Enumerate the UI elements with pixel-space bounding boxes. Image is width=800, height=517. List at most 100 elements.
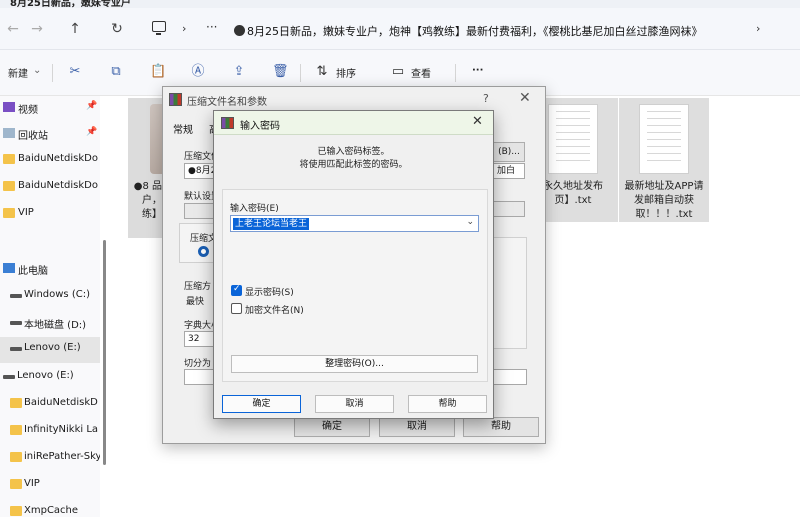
- split-volumes-label: 切分为: [184, 359, 212, 369]
- computer-icon: [3, 263, 15, 273]
- sidebar-item-label: InfinityNikki La: [24, 424, 99, 435]
- winrar-icon: [221, 117, 234, 129]
- password-input[interactable]: 上老王论坛当老王 ⌄: [230, 215, 479, 232]
- address-bar: ← → ↑ ↻ › ··· 8月25日新品，嫩妹专业户，炮神【鸡教练】最新付费福…: [0, 8, 800, 50]
- cut-icon[interactable]: ✂: [67, 64, 83, 80]
- options-field[interactable]: [493, 369, 527, 385]
- organize-passwords-button[interactable]: 整理密码(O)...: [231, 355, 478, 373]
- sidebar-item-drive-e-root[interactable]: Lenovo (E:): [0, 365, 100, 389]
- sidebar-item-baidunetdisk[interactable]: BaiduNetdiskD: [0, 392, 100, 416]
- options-group: [493, 237, 527, 349]
- show-password-checkbox[interactable]: [231, 284, 242, 296]
- sidebar-item-infinitynikki[interactable]: InfinityNikki La: [0, 419, 100, 443]
- sidebar-item-label: Lenovo (E:): [17, 370, 74, 381]
- password-message-line1: 已输入密码标签。: [317, 147, 390, 157]
- sidebar-item-label: Windows (C:): [24, 289, 90, 300]
- pin-icon[interactable]: 📌: [86, 101, 97, 111]
- view-icon[interactable]: ▭: [390, 64, 406, 80]
- browse-button[interactable]: (B)...: [493, 142, 525, 162]
- pin-icon[interactable]: 📌: [86, 127, 97, 137]
- show-password-label: 显示密码(S): [245, 288, 294, 298]
- sidebar-scrollbar[interactable]: [103, 240, 106, 465]
- compression-method-value[interactable]: 最快: [186, 294, 204, 307]
- folder-icon: [10, 506, 22, 516]
- file-item-name: 最新地址及APP请发邮箱自动获取！！！.txt: [624, 181, 704, 220]
- view-button[interactable]: 查看: [411, 65, 431, 80]
- copy-icon[interactable]: ⧉: [108, 64, 124, 80]
- archive-ok-button[interactable]: 确定: [294, 417, 370, 437]
- sidebar-item-label: BaiduNetdiskD: [24, 397, 98, 408]
- address-path[interactable]: 8月25日新品，嫩妹专业户，炮神【鸡教练】最新付费福利，《樱桃比基尼加白丝过膝渔…: [247, 23, 703, 39]
- archive-option-field[interactable]: 加白: [493, 163, 525, 179]
- cancel-button[interactable]: 取消: [315, 395, 394, 413]
- archive-help-button[interactable]: 帮助: [463, 417, 539, 437]
- encrypt-filenames-label: 加密文件名(N): [245, 306, 304, 316]
- folder-icon: [10, 398, 22, 408]
- dialog-titlebar: 输入密码 ✕: [214, 111, 493, 135]
- delete-icon[interactable]: 🗑: [272, 64, 289, 80]
- sidebar-item-drive-e[interactable]: Lenovo (E:): [0, 337, 100, 363]
- toolbar-divider: [52, 64, 53, 82]
- sidebar-item-vip[interactable]: VIP: [0, 473, 100, 497]
- sidebar-item-label: iniRePather-Sky: [24, 451, 100, 462]
- sidebar-item-xmpcache[interactable]: XmpCache: [0, 500, 100, 517]
- close-icon[interactable]: ✕: [472, 114, 483, 129]
- sidebar-item-recycle-bin[interactable]: 回收站 📌: [0, 122, 100, 146]
- sidebar-item-videos[interactable]: 视频 📌: [0, 96, 100, 120]
- drive-icon: [3, 375, 15, 379]
- forward-arrow-icon[interactable]: →: [28, 20, 46, 38]
- chevron-down-icon[interactable]: ⌄: [466, 217, 474, 227]
- more-button[interactable]: ···: [472, 65, 483, 76]
- sort-button[interactable]: 排序: [336, 65, 356, 80]
- close-icon[interactable]: ✕: [519, 90, 531, 106]
- sidebar-item-baidunetdisk[interactable]: BaiduNetdiskDo: [0, 175, 100, 199]
- recycle-bin-icon: [3, 128, 15, 138]
- toolbar-divider: [300, 64, 301, 82]
- sidebar-item-label: XmpCache: [24, 505, 79, 516]
- back-arrow-icon[interactable]: ←: [4, 20, 22, 38]
- winrar-icon: [169, 93, 182, 106]
- sidebar-item-baidunetdisk[interactable]: BaiduNetdiskDo: [0, 148, 100, 172]
- share-icon[interactable]: ⇪: [231, 64, 247, 80]
- dialog-title: 压缩文件名和参数: [187, 97, 267, 108]
- password-value: 上老王论坛当老王: [233, 218, 310, 230]
- sort-icon[interactable]: ⇅: [314, 64, 330, 80]
- chevron-right-icon[interactable]: ›: [756, 22, 760, 35]
- ok-button[interactable]: 确定: [222, 395, 301, 413]
- sidebar-item-label: 此电脑: [18, 266, 48, 277]
- rename-icon[interactable]: Ⓐ: [190, 64, 206, 80]
- up-arrow-icon[interactable]: ↑: [66, 20, 84, 38]
- sidebar-item-label: VIP: [18, 207, 34, 218]
- sidebar-item-drive-d[interactable]: 本地磁盘 (D:): [0, 311, 100, 335]
- chevron-right-icon[interactable]: ›: [182, 22, 186, 35]
- help-icon[interactable]: ?: [483, 92, 489, 105]
- sidebar-item-vip[interactable]: VIP: [0, 202, 100, 226]
- tab-general[interactable]: 常规: [173, 121, 193, 136]
- file-item-txt[interactable]: 最新地址及APP请发邮箱自动获取！！！.txt: [619, 98, 709, 222]
- help-button[interactable]: 帮助: [408, 395, 487, 413]
- compression-method-label: 压缩方: [184, 282, 212, 292]
- ellipsis-icon[interactable]: ···: [206, 20, 217, 34]
- new-button[interactable]: 新建: [8, 65, 28, 80]
- folder-icon: [10, 452, 22, 462]
- chevron-down-icon[interactable]: ⌄: [33, 65, 41, 76]
- paste-icon[interactable]: 📋: [150, 64, 166, 80]
- update-mode-select[interactable]: [493, 201, 525, 217]
- encrypt-filenames-checkbox[interactable]: [231, 303, 242, 314]
- sidebar-item-inirepather[interactable]: iniRePather-Sky: [0, 446, 100, 470]
- bullet-icon: [234, 25, 245, 36]
- sidebar-item-this-pc[interactable]: 此电脑: [0, 257, 100, 281]
- sidebar-item-label: Lenovo (E:): [24, 342, 81, 353]
- window-title: 8月25日新品，嫩妹专业户: [10, 0, 131, 8]
- drive-icon: [10, 347, 22, 351]
- navigation-pane: 视频 📌 回收站 📌 BaiduNetdiskDo BaiduNetdiskDo…: [0, 96, 100, 517]
- monitor-icon[interactable]: [152, 21, 166, 35]
- enter-password-dialog: 输入密码 ✕ 已输入密码标签。 将使用匹配此标签的密码。 输入密码(E) 上老王…: [213, 110, 494, 419]
- sidebar-item-label: BaiduNetdiskDo: [18, 180, 98, 191]
- refresh-icon[interactable]: ↻: [108, 20, 126, 38]
- format-radio[interactable]: [198, 246, 209, 257]
- text-file-icon: [548, 104, 598, 174]
- archive-cancel-button[interactable]: 取消: [379, 417, 455, 437]
- sidebar-item-drive-c[interactable]: Windows (C:): [0, 284, 100, 308]
- folder-icon: [3, 154, 15, 164]
